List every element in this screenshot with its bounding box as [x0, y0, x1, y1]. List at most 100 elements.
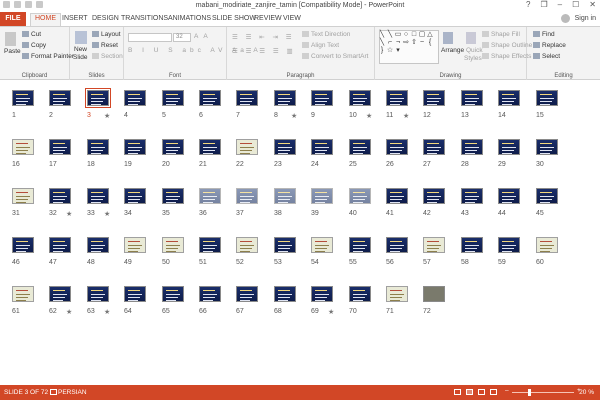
connector-shape-icon[interactable]: ⌐: [386, 39, 394, 47]
slide-thumbnail[interactable]: [87, 188, 109, 204]
minimize-button[interactable]: –: [558, 0, 562, 9]
tab-slide-show[interactable]: SLIDE SHOW: [212, 15, 256, 22]
slide-thumbnail[interactable]: [423, 237, 445, 253]
slide-thumbnail[interactable]: [49, 139, 71, 155]
more-shapes-icon[interactable]: ▾: [394, 47, 402, 55]
slide-thumbnail[interactable]: [199, 188, 221, 204]
find-button[interactable]: Find: [533, 31, 555, 38]
tab-home[interactable]: HOME: [30, 13, 61, 27]
animation-star-icon[interactable]: ★: [104, 210, 110, 218]
zoom-slider[interactable]: [512, 392, 574, 393]
slide-thumbnail[interactable]: [274, 139, 296, 155]
slide-thumbnail[interactable]: [199, 286, 221, 302]
slide-thumbnail[interactable]: [236, 286, 258, 302]
slide-thumbnail[interactable]: [386, 139, 408, 155]
slide-thumbnail[interactable]: [12, 139, 34, 155]
slide-thumbnail[interactable]: [274, 188, 296, 204]
triangle-shape-icon[interactable]: △: [426, 31, 434, 39]
animation-star-icon[interactable]: ★: [366, 112, 372, 120]
tab-review[interactable]: REVIEW: [254, 15, 282, 22]
quick-styles-icon[interactable]: [466, 32, 476, 44]
slide-thumbnail[interactable]: [311, 139, 333, 155]
slide-thumbnail[interactable]: [162, 188, 184, 204]
slide-thumbnail[interactable]: [85, 88, 111, 108]
slide-thumbnail[interactable]: [236, 188, 258, 204]
slide-thumbnail[interactable]: [124, 237, 146, 253]
rectangle-shape-icon[interactable]: ▭: [394, 31, 402, 39]
animation-star-icon[interactable]: ★: [104, 308, 110, 316]
font-size-input[interactable]: 32: [173, 33, 191, 42]
slide-thumbnail[interactable]: [498, 237, 520, 253]
slide-thumbnail[interactable]: [124, 90, 146, 106]
slide-thumbnail[interactable]: [536, 90, 558, 106]
account-avatar[interactable]: [561, 14, 570, 23]
slide-thumbnail[interactable]: [498, 188, 520, 204]
align-text-button[interactable]: Align Text: [302, 42, 339, 49]
tab-insert[interactable]: INSERT: [62, 15, 88, 22]
brace-shape-icon[interactable]: }: [378, 47, 386, 55]
slide-thumbnail[interactable]: [49, 237, 71, 253]
replace-button[interactable]: Replace: [533, 42, 566, 49]
slide-thumbnail[interactable]: [349, 139, 371, 155]
maximize-button[interactable]: ☐: [572, 0, 579, 9]
slide-thumbnail[interactable]: [87, 286, 109, 302]
slide-thumbnail[interactable]: [423, 286, 445, 302]
slide-thumbnail[interactable]: [386, 188, 408, 204]
zoom-slider-handle[interactable]: [528, 389, 531, 396]
slide-thumbnail[interactable]: [199, 139, 221, 155]
slide-thumbnail[interactable]: [199, 237, 221, 253]
arrange-icon[interactable]: [443, 32, 453, 44]
arrow-shape-icon[interactable]: ⇧: [410, 39, 418, 47]
help-button[interactable]: ?: [526, 0, 530, 9]
list-buttons[interactable]: ☰ ☰ ⇤ ⇥ ☰: [232, 33, 295, 41]
slide-thumbnail[interactable]: [87, 139, 109, 155]
slide-thumbnail[interactable]: [274, 286, 296, 302]
animation-star-icon[interactable]: ★: [66, 210, 72, 218]
arrange-button[interactable]: Arrange: [441, 47, 464, 54]
slide-thumbnail[interactable]: [349, 286, 371, 302]
slide-thumbnail[interactable]: [274, 237, 296, 253]
slide-show-view-icon[interactable]: [490, 389, 497, 395]
slide-sorter[interactable]: 1 2 3 ★ 4 5 6 7 8 ★ 9 10 ★ 11 ★ 12 13 14 15 16 17 18 19 20 21 22 2…: [0, 80, 600, 385]
text-direction-button[interactable]: Text Direction: [302, 31, 350, 38]
select-button[interactable]: Select: [533, 53, 560, 60]
slide-thumbnail[interactable]: [199, 90, 221, 106]
slide-thumbnail[interactable]: [162, 237, 184, 253]
new-slide-icon[interactable]: [75, 31, 87, 44]
slide-thumbnail[interactable]: [274, 90, 296, 106]
tab-view[interactable]: VIEW: [283, 15, 301, 22]
slide-thumbnail[interactable]: [386, 237, 408, 253]
star-shape-icon[interactable]: ☆: [386, 47, 394, 55]
convert-smartart-button[interactable]: Convert to SmartArt: [302, 53, 368, 60]
slide-thumbnail[interactable]: [349, 188, 371, 204]
zoom-out-button[interactable]: –: [505, 387, 509, 394]
slide-thumbnail[interactable]: [536, 139, 558, 155]
reset-button[interactable]: Reset: [92, 42, 118, 49]
shape-fill-button[interactable]: Shape Fill: [482, 31, 520, 38]
slide-thumbnail[interactable]: [162, 90, 184, 106]
slide-thumbnail[interactable]: [349, 90, 371, 106]
animation-star-icon[interactable]: ★: [104, 112, 110, 120]
slide-thumbnail[interactable]: [461, 188, 483, 204]
slide-sorter-view-icon[interactable]: [466, 389, 473, 395]
tab-transitions[interactable]: TRANSITIONS: [121, 15, 168, 22]
arrow-shape-icon[interactable]: ⇨: [402, 39, 410, 47]
slide-thumbnail[interactable]: [461, 237, 483, 253]
rounded-rectangle-shape-icon[interactable]: ▢: [418, 31, 426, 39]
slide-thumbnail[interactable]: [12, 237, 34, 253]
proofing-icon[interactable]: [50, 389, 57, 395]
layout-button[interactable]: Layout: [92, 31, 121, 38]
slide-thumbnail[interactable]: [349, 237, 371, 253]
shape-effects-button[interactable]: Shape Effects: [482, 53, 531, 60]
slide-thumbnail[interactable]: [311, 286, 333, 302]
animation-star-icon[interactable]: ★: [66, 308, 72, 316]
slide-thumbnail[interactable]: [162, 286, 184, 302]
slide-thumbnail[interactable]: [12, 188, 34, 204]
sign-in-link[interactable]: Sign in: [575, 15, 596, 22]
tab-file[interactable]: FILE: [0, 12, 26, 26]
new-slide-button[interactable]: New: [74, 46, 87, 53]
slide-thumbnail[interactable]: [124, 139, 146, 155]
tab-design[interactable]: DESIGN: [92, 15, 119, 22]
format-painter-button[interactable]: Format Painter: [22, 53, 74, 60]
paste-icon[interactable]: [5, 32, 16, 46]
